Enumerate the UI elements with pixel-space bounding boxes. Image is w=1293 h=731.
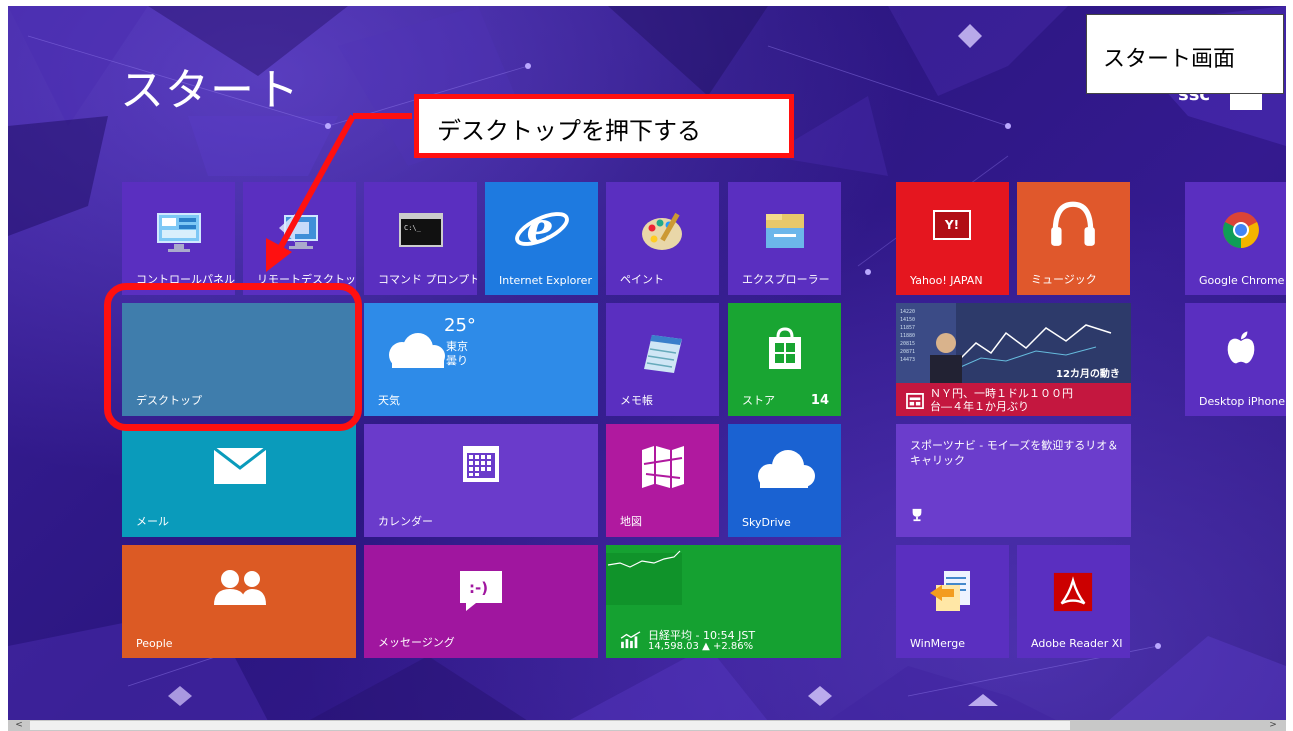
tile-google-chrome[interactable]: Google Chrome: [1185, 182, 1286, 295]
tile-weather[interactable]: 25° 東京 曇り 天気: [364, 303, 598, 416]
screen-name-text: スタート画面: [1103, 47, 1236, 72]
svg-text:11880: 11880: [900, 333, 915, 339]
instruction-callout: デスクトップを押下する: [414, 94, 794, 158]
tile-label: Google Chrome: [1199, 274, 1285, 287]
svg-text:11857: 11857: [900, 325, 915, 331]
folder-icon: [766, 214, 804, 248]
tile-remote-desktop[interactable]: リモートデスクトップ: [243, 182, 356, 295]
tile-paint[interactable]: ペイント: [606, 182, 719, 295]
chrome-icon: [1223, 212, 1259, 248]
tile-label: メール: [136, 515, 169, 528]
tile-skydrive[interactable]: SkyDrive: [728, 424, 841, 537]
desktop-tile-highlight: [104, 283, 362, 431]
tile-label: Desktop iPhone: [1199, 395, 1285, 408]
map-icon: [642, 446, 684, 488]
scroll-thumb[interactable]: [30, 721, 1070, 730]
horizontal-scrollbar[interactable]: < >: [8, 720, 1286, 731]
people-icon: [214, 570, 266, 605]
headphones-icon: [1051, 201, 1095, 246]
svg-text:e: e: [527, 204, 554, 254]
tile-notepad[interactable]: メモ帳: [606, 303, 719, 416]
scroll-right-arrow[interactable]: >: [1266, 720, 1280, 731]
tile-mail[interactable]: メール: [122, 424, 356, 537]
notepad-icon: [644, 335, 682, 373]
internet-explorer-icon: e: [515, 204, 569, 254]
store-badge: 14: [810, 393, 829, 408]
tile-label: ミュージック: [1031, 273, 1097, 286]
store-icon: [769, 327, 801, 369]
cloud-icon: [758, 450, 815, 488]
apple-icon: [1227, 331, 1255, 364]
tile-label: WinMerge: [910, 637, 965, 650]
start-title: スタート: [120, 65, 300, 116]
tile-label: エクスプローラー: [742, 273, 830, 286]
tile-internet-explorer[interactable]: e Internet Explorer: [485, 182, 598, 295]
tile-music[interactable]: ミュージック: [1017, 182, 1130, 295]
svg-text:20815: 20815: [900, 341, 915, 347]
message-icon: :-): [460, 571, 502, 611]
tile-adobe-reader[interactable]: Adobe Reader XI: [1017, 545, 1130, 658]
yahoo-logo: Y!: [933, 210, 971, 240]
finance-chart-icon: [620, 631, 641, 649]
command-prompt-icon: C:\_: [399, 213, 443, 247]
paint-icon: [642, 212, 682, 250]
instruction-text: デスクトップを押下する: [437, 117, 701, 145]
mail-icon: [213, 446, 267, 484]
sports-headline: スポーツナビ - モイーズを歓迎するリオ＆キャリック: [910, 439, 1119, 467]
tile-explorer[interactable]: エクスプローラー: [728, 182, 841, 295]
svg-text:14473: 14473: [900, 357, 915, 363]
tile-calendar[interactable]: カレンダー: [364, 424, 598, 537]
tile-control-panel[interactable]: コントロールパネル: [122, 182, 235, 295]
winmerge-icon: [930, 571, 970, 611]
tile-news[interactable]: 14220 14150 11857 11880 20815 20871 14473 12カ月…: [896, 303, 1131, 416]
cloud-icon: [389, 333, 445, 368]
tile-messaging[interactable]: :-) メッセージング: [364, 545, 598, 658]
finance-value: 14,598.03 ▲ +2.86%: [648, 641, 754, 652]
svg-text:C:\_: C:\_: [404, 224, 422, 232]
tile-label: SkyDrive: [742, 516, 791, 529]
tile-label: Adobe Reader XI: [1031, 637, 1123, 650]
tile-label: メッセージング: [378, 636, 455, 649]
remote-desktop-icon: [279, 214, 318, 249]
tile-label: Yahoo! JAPAN: [910, 274, 983, 287]
tile-label: コマンド プロンプト: [378, 273, 477, 286]
news-headline: ＮＹ円、一時１ドル１００円台―４年１か月ぶり: [930, 387, 1073, 413]
tile-label: カレンダー: [378, 515, 433, 528]
tile-winmerge[interactable]: WinMerge: [896, 545, 1009, 658]
weather-condition: 曇り: [446, 354, 468, 367]
finance-sparkline: [606, 550, 682, 605]
calendar-icon: [463, 446, 499, 482]
tile-label: People: [136, 637, 173, 650]
tile-desktop-iphone[interactable]: Desktop iPhone: [1185, 303, 1286, 416]
tile-maps[interactable]: 地図: [606, 424, 719, 537]
tile-yahoo-japan[interactable]: Y! Yahoo! JAPAN: [896, 182, 1009, 295]
svg-text:14150: 14150: [900, 317, 915, 323]
tile-label: ストア: [742, 394, 775, 407]
tile-store[interactable]: ストア 14: [728, 303, 841, 416]
tile-finance[interactable]: 日経平均 - 10:54 JST 14,598.03 ▲ +2.86%: [606, 545, 841, 658]
svg-text:20871: 20871: [900, 349, 915, 355]
tile-label: Internet Explorer: [499, 274, 592, 287]
svg-text::-): :-): [469, 579, 488, 597]
adobe-reader-icon: [1053, 572, 1093, 612]
news-photo-caption: 12カ月の動き: [1056, 369, 1120, 380]
control-panel-icon: [157, 213, 201, 252]
tile-label: ペイント: [620, 273, 664, 286]
tile-people[interactable]: People: [122, 545, 356, 658]
tile-label: メモ帳: [620, 394, 653, 407]
svg-text:14220: 14220: [900, 309, 915, 315]
trophy-icon: [912, 508, 922, 522]
tile-command-prompt[interactable]: C:\_ コマンド プロンプト: [364, 182, 477, 295]
screen-name-label: スタート画面: [1086, 14, 1284, 94]
start-screen: スタート ssc コントロールパネル リモートデスクトップ C:\_ コマンド …: [8, 6, 1286, 721]
scroll-left-arrow[interactable]: <: [12, 720, 26, 731]
news-icon: [906, 393, 924, 409]
tile-label: 地図: [620, 515, 642, 528]
weather-temperature: 25°: [444, 315, 476, 336]
tile-sports[interactable]: スポーツナビ - モイーズを歓迎するリオ＆キャリック: [896, 424, 1131, 537]
tile-label: 天気: [378, 394, 400, 407]
